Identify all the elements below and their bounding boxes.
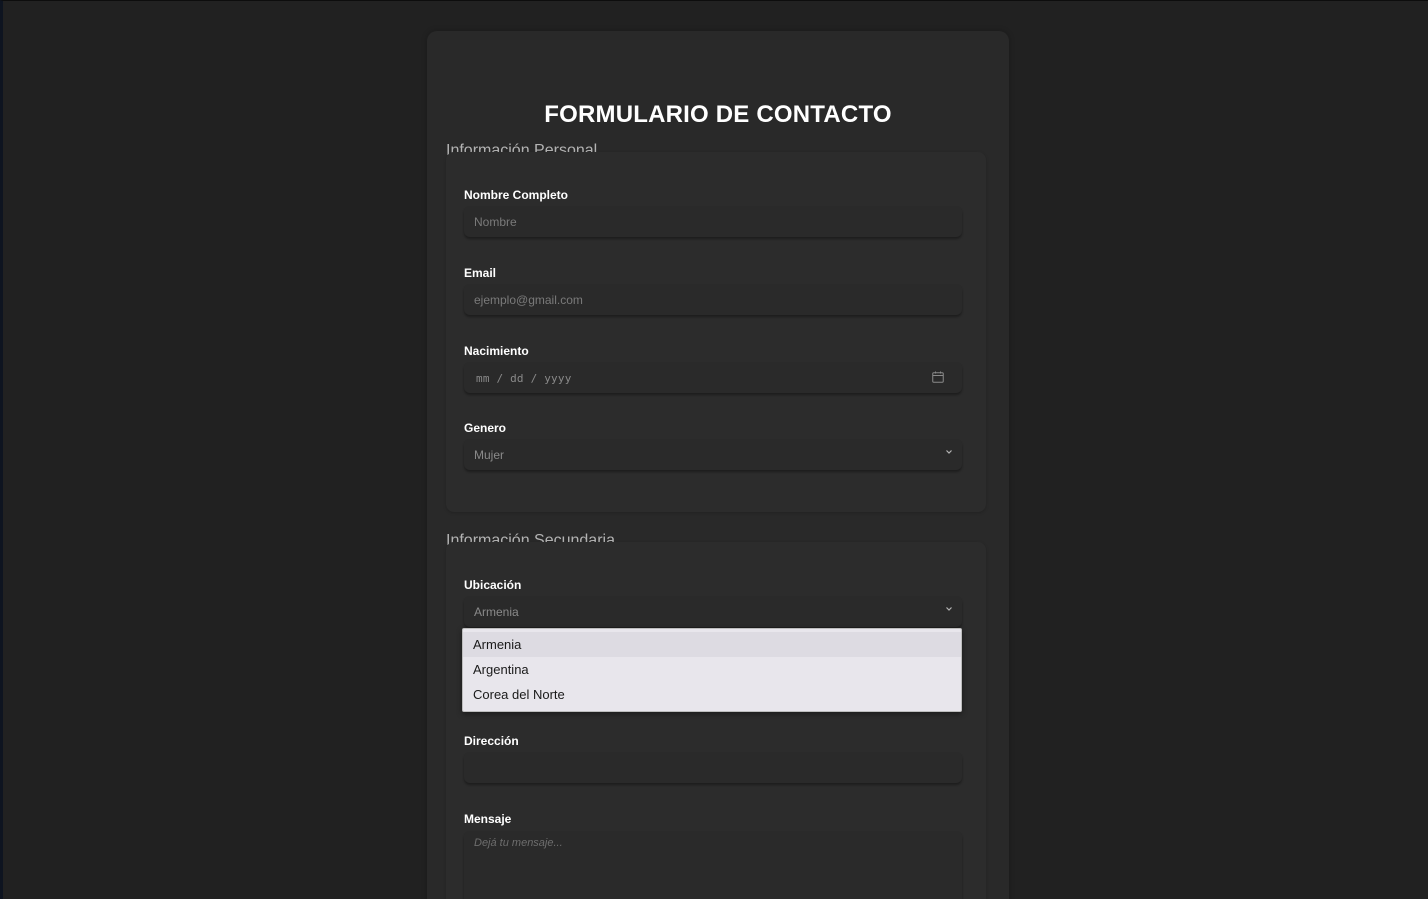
birth-label: Nacimiento xyxy=(464,344,529,358)
message-placeholder: Dejá tu mensaje... xyxy=(474,837,563,849)
address-input[interactable] xyxy=(464,752,962,783)
email-label: Email xyxy=(464,266,497,280)
location-option-armenia[interactable]: Armenia xyxy=(463,632,961,657)
location-dropdown-list: Armenia Argentina Corea del Norte xyxy=(462,628,962,712)
birth-placeholder: mm / dd / yyyy xyxy=(476,372,572,385)
gender-value: Mujer xyxy=(474,448,505,462)
form-title: FORMULARIO DE CONTACTO xyxy=(544,101,892,128)
location-option-corea-del-norte[interactable]: Corea del Norte xyxy=(463,682,961,707)
chevron-down-icon xyxy=(946,450,952,454)
address-label: Dirección xyxy=(464,734,519,748)
location-option-argentina[interactable]: Argentina xyxy=(463,657,961,682)
name-label: Nombre Completo xyxy=(464,188,569,202)
email-input[interactable]: ejemplo@gmail.com xyxy=(464,284,962,315)
message-label: Mensaje xyxy=(464,812,512,826)
chevron-down-icon xyxy=(946,607,952,611)
location-value: Armenia xyxy=(474,605,519,619)
name-input[interactable]: Nombre xyxy=(464,206,962,237)
calendar-icon[interactable] xyxy=(932,371,944,383)
gender-select[interactable]: Mujer xyxy=(464,439,962,470)
gender-label: Genero xyxy=(464,421,507,435)
email-placeholder: ejemplo@gmail.com xyxy=(474,293,583,307)
location-label: Ubicación xyxy=(464,578,522,592)
message-textarea[interactable]: Dejá tu mensaje... xyxy=(464,831,962,899)
birth-date-input[interactable]: mm / dd / yyyy xyxy=(464,362,962,393)
location-select[interactable]: Armenia xyxy=(464,596,962,627)
name-placeholder: Nombre xyxy=(474,215,517,229)
